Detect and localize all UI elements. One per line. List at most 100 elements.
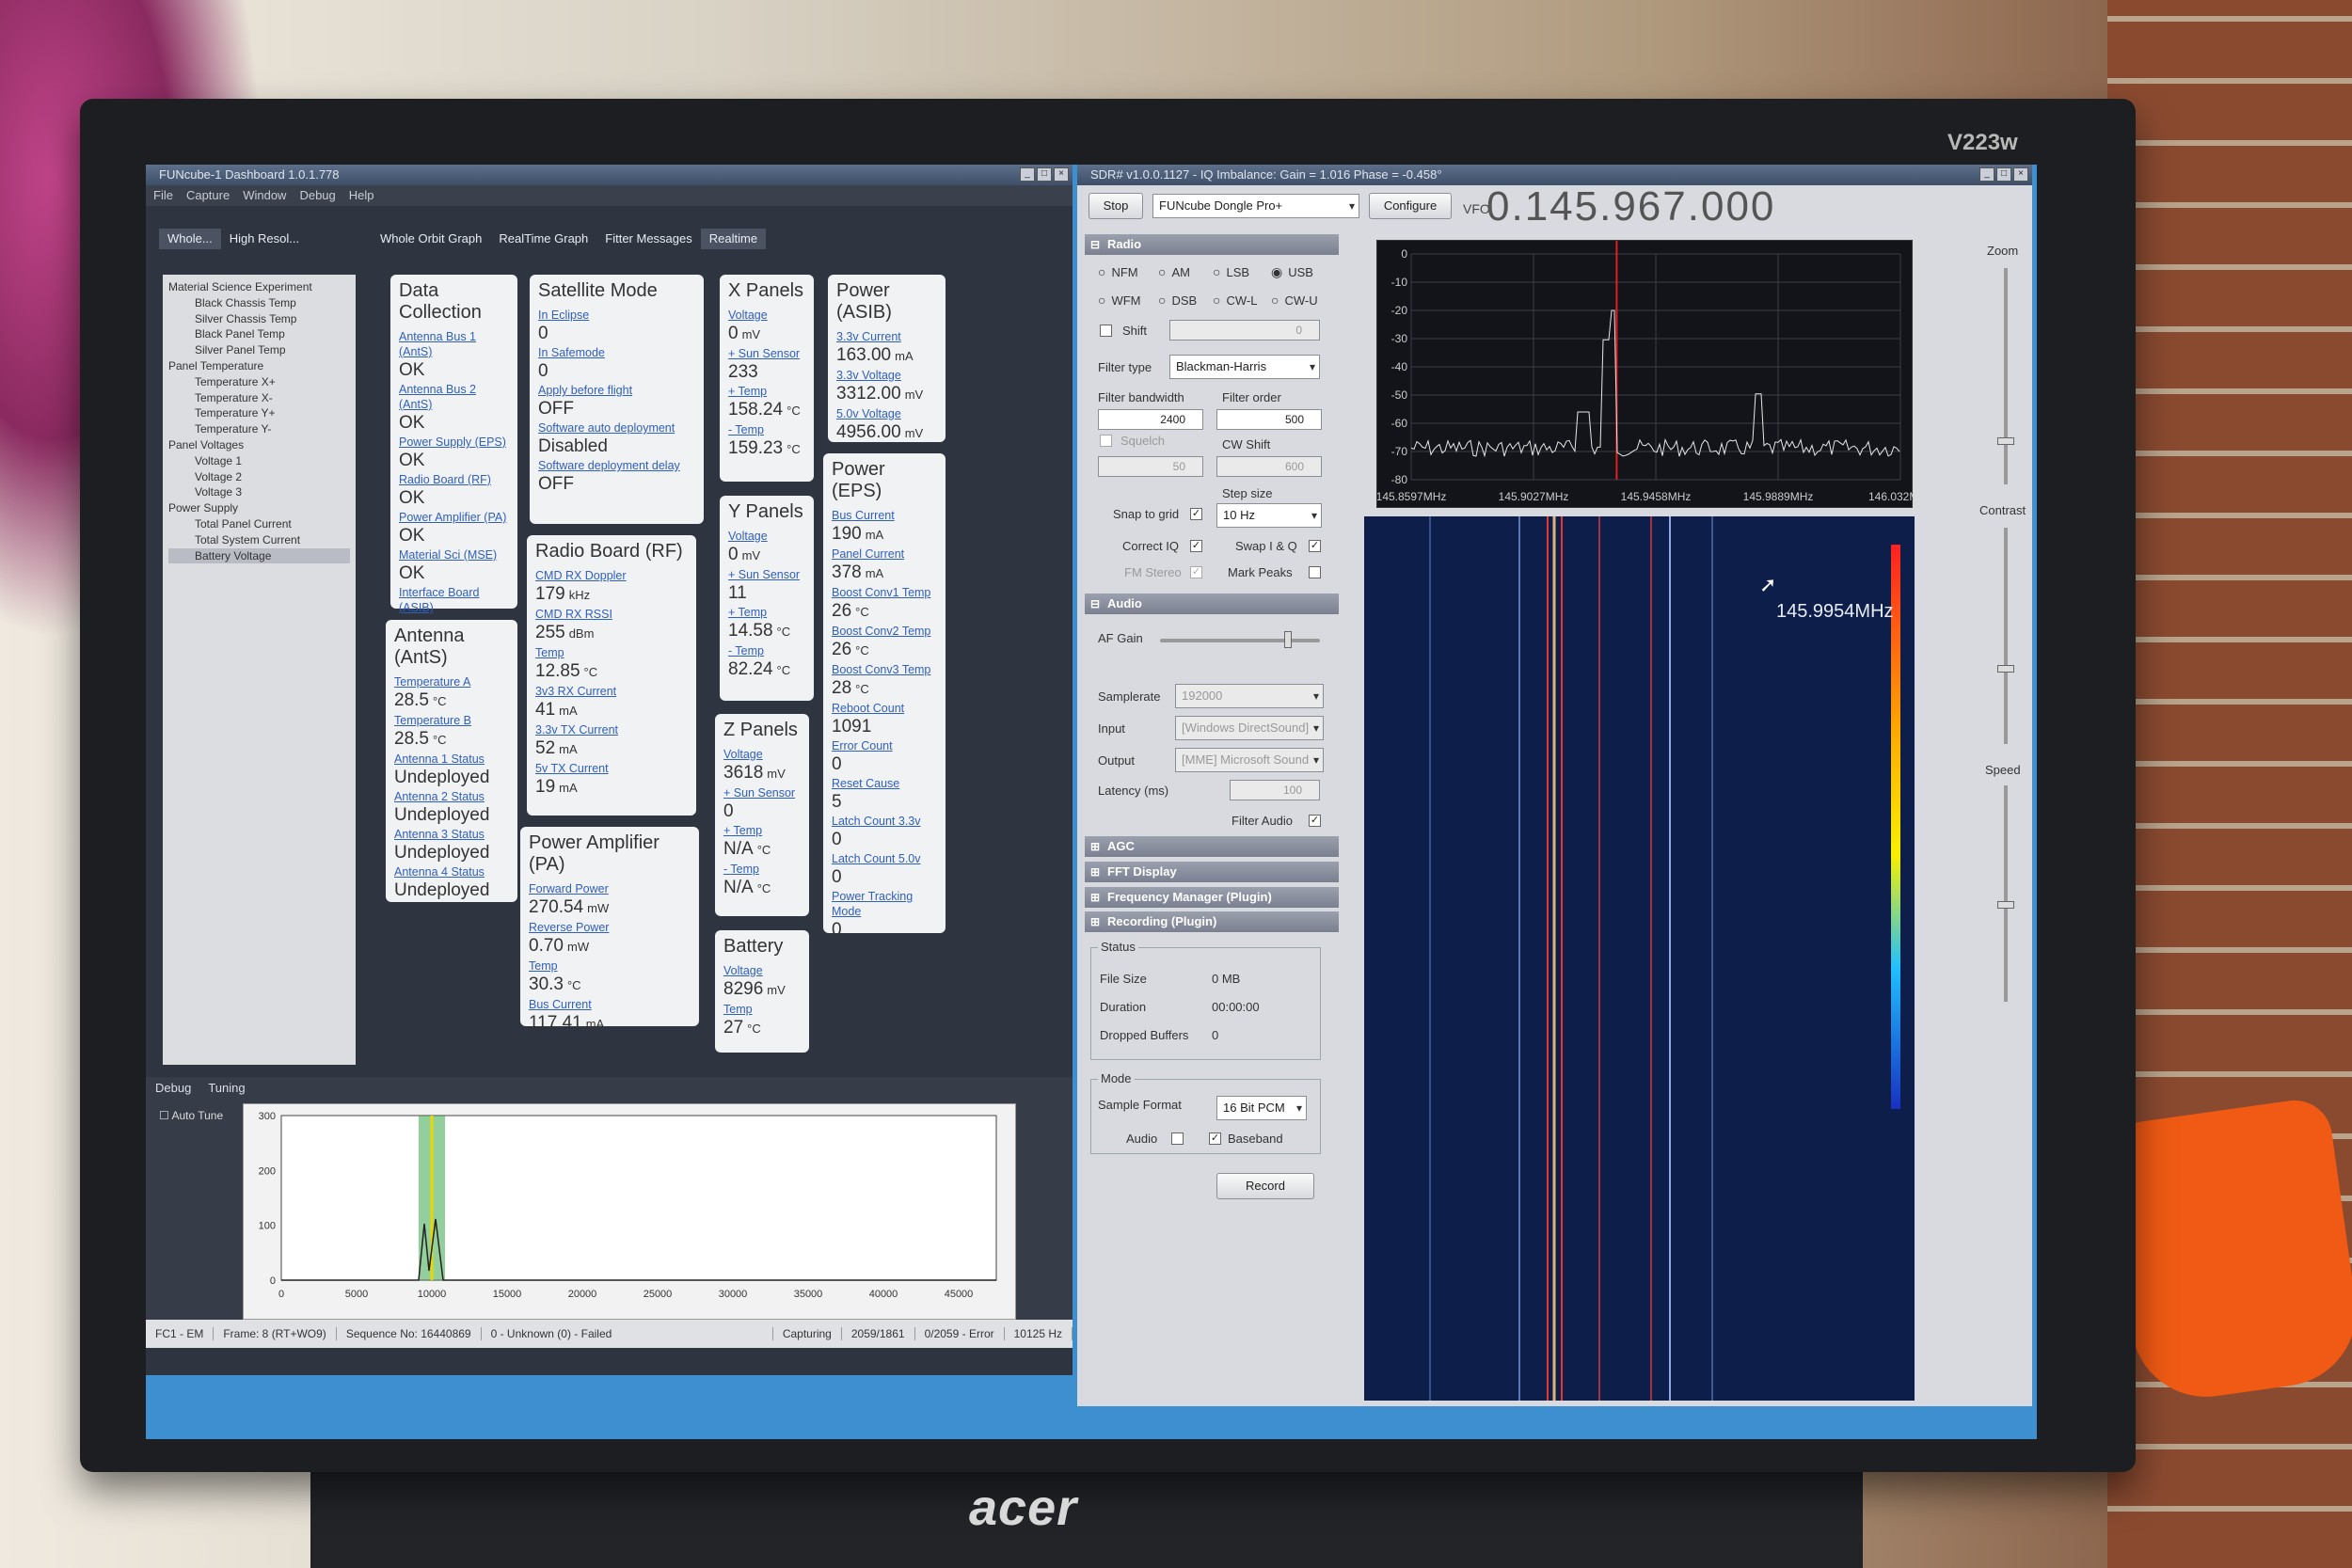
zoom-slider[interactable] — [2004, 268, 2008, 484]
telemetry-link[interactable]: + Sun Sensor — [728, 346, 805, 361]
telemetry-link[interactable]: - Temp — [728, 643, 805, 658]
telemetry-link[interactable]: Interface Board (ASIB) — [399, 585, 509, 615]
sdr-titlebar[interactable]: SDR# v1.0.0.1127 - IQ Imbalance: Gain = … — [1077, 165, 2032, 185]
tree-item[interactable]: Voltage 1 — [168, 453, 350, 469]
filter-audio-checkbox[interactable]: ✓ — [1309, 815, 1321, 827]
telemetry-link[interactable]: Reset Cause — [832, 776, 937, 791]
telemetry-link[interactable]: Power Tracking Mode — [832, 889, 937, 919]
dashboard-titlebar[interactable]: FUNcube-1 Dashboard 1.0.1.778 _ □ × — [146, 165, 1073, 185]
telemetry-link[interactable]: Antenna 2 Status — [394, 789, 509, 804]
output-select[interactable]: [MME] Microsoft Sound — [1175, 748, 1324, 772]
telemetry-link[interactable]: Boost Conv2 Temp — [832, 624, 937, 639]
mark-peaks-checkbox[interactable] — [1309, 566, 1321, 578]
input-select[interactable]: [Windows DirectSound] — [1175, 716, 1324, 740]
tab-whole-orbit-graph[interactable]: Whole Orbit Graph — [372, 229, 490, 249]
telemetry-link[interactable]: 5.0v Voltage — [836, 406, 937, 421]
telemetry-link[interactable]: Reboot Count — [832, 701, 937, 716]
telemetry-link[interactable]: 3.3v Current — [836, 329, 937, 344]
telemetry-link[interactable]: Temperature B — [394, 713, 509, 728]
telemetry-tree[interactable]: Material Science Experiment Black Chassis… — [163, 275, 356, 1065]
telemetry-link[interactable]: + Temp — [728, 605, 805, 620]
cw-shift-input[interactable]: 600 — [1216, 456, 1322, 477]
telemetry-link[interactable]: Antenna 4 Status — [394, 864, 509, 879]
minimize-icon[interactable]: _ — [1979, 167, 1994, 182]
filter-type-select[interactable]: Blackman-Harris — [1169, 355, 1320, 379]
latency-input[interactable]: 100 — [1230, 780, 1320, 800]
mode-dsb[interactable]: DSB — [1158, 293, 1197, 308]
telemetry-link[interactable]: Bus Current — [529, 997, 691, 1012]
tree-item[interactable]: Total System Current — [168, 532, 350, 548]
frequency-manager-section-header[interactable]: Frequency Manager (Plugin) — [1085, 887, 1339, 908]
correct-iq-checkbox[interactable]: ✓ — [1190, 540, 1202, 552]
mode-usb[interactable]: USB — [1271, 264, 1313, 280]
tree-item[interactable]: Battery Voltage — [168, 547, 350, 564]
record-button[interactable]: Record — [1216, 1173, 1314, 1199]
filter-order-input[interactable]: 500 — [1216, 409, 1322, 430]
maximize-icon[interactable]: □ — [1037, 167, 1052, 182]
baseband-checkbox[interactable]: ✓ — [1209, 1132, 1221, 1145]
telemetry-link[interactable]: Reverse Power — [529, 920, 691, 935]
telemetry-link[interactable]: Temperature A — [394, 674, 509, 689]
tab-whole[interactable]: Whole... — [159, 229, 221, 249]
fm-stereo-checkbox[interactable]: ✓ — [1190, 566, 1202, 578]
telemetry-link[interactable]: Software deployment delay — [538, 458, 695, 473]
telemetry-link[interactable]: Voltage — [728, 308, 805, 323]
zoom-slider-thumb[interactable] — [1997, 437, 2014, 445]
mode-lsb[interactable]: LSB — [1213, 264, 1249, 279]
telemetry-link[interactable]: 5v TX Current — [535, 761, 688, 776]
tree-group[interactable]: Panel Temperature — [168, 358, 350, 374]
telemetry-link[interactable]: Temp — [535, 645, 688, 660]
telemetry-link[interactable]: Voltage — [723, 963, 801, 978]
telemetry-link[interactable]: Material Sci (MSE) — [399, 547, 509, 562]
stop-button[interactable]: Stop — [1089, 193, 1143, 219]
telemetry-link[interactable]: Temp — [529, 958, 691, 974]
vfo-frequency[interactable]: 0.145.967.000 — [1486, 183, 1775, 230]
tree-item[interactable]: Black Panel Temp — [168, 326, 350, 342]
telemetry-link[interactable]: Antenna Bus 2 (AntS) — [399, 382, 509, 412]
swap-iq-checkbox[interactable]: ✓ — [1309, 540, 1321, 552]
fft-display-section-header[interactable]: FFT Display — [1085, 862, 1339, 882]
mode-am[interactable]: AM — [1158, 264, 1190, 279]
tree-group[interactable]: Panel Voltages — [168, 437, 350, 453]
tree-item[interactable]: Temperature X+ — [168, 374, 350, 390]
menu-help[interactable]: Help — [349, 185, 374, 206]
tab-realtime-graph[interactable]: RealTime Graph — [490, 229, 596, 249]
telemetry-link[interactable]: In Eclipse — [538, 308, 695, 323]
mode-nfm[interactable]: NFM — [1098, 264, 1137, 279]
telemetry-link[interactable]: Software auto deployment — [538, 420, 695, 436]
snap-to-grid-checkbox[interactable]: ✓ — [1190, 508, 1202, 520]
fft-spectrum[interactable]: 0 -10 -20 -30 -40 -50 -60 -70 -80 145.8597MHz 145.… — [1376, 240, 1932, 508]
tree-item[interactable]: Temperature X- — [168, 390, 350, 406]
audio-record-checkbox[interactable] — [1171, 1132, 1184, 1145]
af-gain-slider[interactable] — [1160, 639, 1320, 642]
tree-item[interactable]: Total Panel Current — [168, 516, 350, 532]
telemetry-link[interactable]: + Sun Sensor — [728, 567, 805, 582]
tab-high-resol[interactable]: High Resol... — [221, 229, 308, 249]
telemetry-link[interactable]: Voltage — [723, 747, 801, 762]
telemetry-link[interactable]: In Safemode — [538, 345, 695, 360]
telemetry-link[interactable]: Power Supply (EPS) — [399, 435, 509, 450]
filter-bandwidth-input[interactable]: 2400 — [1098, 409, 1203, 430]
telemetry-link[interactable]: Apply before flight — [538, 383, 695, 398]
telemetry-link[interactable]: CMD RX RSSI — [535, 607, 688, 622]
speed-slider-thumb[interactable] — [1997, 900, 2014, 909]
contrast-slider[interactable] — [2004, 528, 2008, 744]
squelch-input[interactable]: 50 — [1098, 456, 1203, 477]
telemetry-link[interactable]: - Temp — [728, 422, 805, 437]
tab-fitter-messages[interactable]: Fitter Messages — [596, 229, 700, 249]
agc-section-header[interactable]: AGC — [1085, 836, 1339, 857]
squelch-checkbox[interactable] — [1100, 435, 1112, 447]
telemetry-link[interactable]: Voltage — [728, 529, 805, 544]
tree-item[interactable]: Silver Chassis Temp — [168, 311, 350, 327]
tree-item[interactable]: Black Chassis Temp — [168, 295, 350, 311]
telemetry-link[interactable]: Antenna 3 Status — [394, 827, 509, 842]
telemetry-link[interactable]: 3.3v TX Current — [535, 722, 688, 737]
samplerate-select[interactable]: 192000 — [1175, 684, 1324, 708]
tab-realtime[interactable]: Realtime — [700, 229, 767, 249]
sample-format-select[interactable]: 16 Bit PCM — [1216, 1096, 1307, 1120]
mode-wfm[interactable]: WFM — [1098, 293, 1140, 308]
minimize-icon[interactable]: _ — [1020, 167, 1035, 182]
shift-checkbox[interactable] — [1100, 325, 1112, 337]
close-icon[interactable]: × — [2013, 167, 2028, 182]
mode-cw-u[interactable]: CW-U — [1271, 293, 1317, 308]
